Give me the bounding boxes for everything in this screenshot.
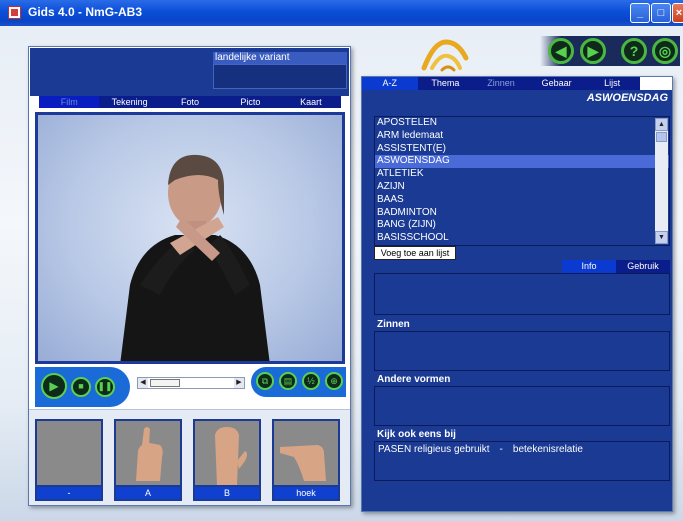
list-item[interactable]: APOSTELEN: [375, 117, 669, 130]
tab-thema[interactable]: Thema: [418, 77, 474, 90]
sign-video[interactable]: [35, 112, 345, 364]
handshape-label: hoek: [274, 487, 338, 499]
slider-left-arrow-icon[interactable]: ◀: [138, 378, 148, 388]
handshape-label: A: [116, 487, 180, 499]
handshape-hoek-image: [274, 421, 338, 485]
tab-kaart[interactable]: Kaart: [281, 96, 341, 108]
dictionary-tabs: A-Z Thema Zinnen Gebaar Lijst: [362, 77, 640, 90]
minimize-button[interactable]: _: [630, 3, 650, 23]
word-list-scrollbar[interactable]: ▲ ▼: [655, 118, 668, 244]
list-item[interactable]: BADMINTON: [375, 207, 669, 220]
tab-zinnen[interactable]: Zinnen: [473, 77, 529, 90]
help-icon[interactable]: ?: [621, 38, 647, 64]
tab-gebruik[interactable]: Gebruik: [616, 260, 670, 273]
slider-right-arrow-icon[interactable]: ▶: [234, 378, 244, 388]
dictionary-panel: A-Z Thema Zinnen Gebaar Lijst ASWOENSDAG…: [361, 76, 673, 512]
pause-button[interactable]: ❚❚: [95, 377, 115, 397]
list-item[interactable]: BANG (ZIJN): [375, 219, 669, 232]
speed-icon[interactable]: ½: [302, 372, 320, 390]
play-button[interactable]: ▶: [41, 373, 67, 399]
see-also-link[interactable]: PASEN religieus gebruikt: [378, 444, 490, 478]
see-also-box: PASEN religieus gebruikt - betekenisrela…: [374, 441, 670, 481]
current-word-title: ASWOENSDAG: [362, 90, 672, 106]
signer-image: [120, 154, 270, 361]
tab-tekening[interactable]: Tekening: [99, 96, 159, 108]
video-position-slider[interactable]: ◀ ▶: [137, 377, 245, 389]
word-list[interactable]: APOSTELEN ARM ledemaat ASSISTENT(E) ASWO…: [374, 116, 670, 246]
kijk-ook-heading: Kijk ook eens bij: [377, 429, 456, 440]
scroll-up-icon[interactable]: ▲: [655, 118, 668, 131]
forward-arrow-icon[interactable]: ▶: [580, 38, 606, 64]
tab-foto[interactable]: Foto: [160, 96, 220, 108]
scroll-thumb[interactable]: [656, 132, 667, 142]
variant-label: landelijke variant: [213, 52, 347, 64]
zoom-icon[interactable]: ⊕: [325, 372, 343, 390]
list-item[interactable]: ARM ledemaat: [375, 130, 669, 143]
slider-thumb[interactable]: [150, 379, 180, 387]
andere-vormen-heading: Andere vormen: [377, 374, 451, 385]
handshape-item[interactable]: hoek: [272, 419, 340, 501]
list-item[interactable]: ATLETIEK: [375, 168, 669, 181]
playback-controls: ▶ ■ ❚❚: [35, 367, 130, 407]
app-icon: [8, 6, 21, 19]
media-tabs: Film Tekening Foto Picto Kaart: [39, 96, 341, 108]
list-item[interactable]: AZIJN: [375, 181, 669, 194]
see-also-separator: -: [499, 444, 503, 455]
zinnen-box: [374, 331, 670, 371]
print-icon[interactable]: ▤: [279, 372, 297, 390]
zinnen-heading: Zinnen: [377, 319, 410, 330]
handshape-item[interactable]: B: [193, 419, 261, 501]
settings-icon[interactable]: ◎: [652, 38, 678, 64]
main-window: landelijke variant Film Tekening Foto Pi…: [0, 26, 683, 521]
tab-picto[interactable]: Picto: [220, 96, 280, 108]
handshape-a-image: [116, 421, 180, 485]
tab-info[interactable]: Info: [562, 260, 616, 273]
title-bar: Gids 4.0 - NmG-AB3 _ □ ×: [0, 0, 683, 26]
handshape-item[interactable]: -: [35, 419, 103, 501]
dictionary-body: APOSTELEN ARM ledemaat ASSISTENT(E) ASWO…: [362, 106, 672, 511]
list-item[interactable]: BASISSCHOOL: [375, 232, 669, 245]
add-to-list-button[interactable]: Voeg toe aan lijst: [374, 246, 456, 260]
sign-viewer-panel: landelijke variant Film Tekening Foto Pi…: [28, 46, 351, 506]
close-button[interactable]: ×: [672, 3, 683, 23]
app-logo: [421, 39, 469, 72]
variant-header: landelijke variant: [30, 48, 349, 96]
handshape-b-image: [195, 421, 259, 485]
handshape-empty-image: [37, 421, 101, 485]
info-box: [374, 273, 670, 315]
handshape-label: B: [195, 487, 259, 499]
scroll-down-icon[interactable]: ▼: [655, 231, 668, 244]
list-item[interactable]: ASSISTENT(E): [375, 143, 669, 156]
handshape-row: - A B hoek: [29, 409, 350, 505]
see-also-relation: betekenisrelatie: [512, 444, 583, 455]
video-tools: ⧉ ▤ ½ ⊕: [251, 367, 346, 397]
tab-film[interactable]: Film: [39, 96, 100, 108]
list-item-selected[interactable]: ASWOENSDAG: [375, 155, 669, 169]
tab-a-z[interactable]: A-Z: [362, 77, 418, 90]
stop-button[interactable]: ■: [71, 377, 91, 397]
tab-gebaar[interactable]: Gebaar: [529, 77, 585, 90]
maximize-button[interactable]: □: [651, 3, 671, 23]
handshape-item[interactable]: A: [114, 419, 182, 501]
window-title: Gids 4.0 - NmG-AB3: [28, 5, 143, 19]
back-arrow-icon[interactable]: ◀: [548, 38, 574, 64]
info-tabs: Info Gebruik: [562, 260, 670, 273]
variant-box: [213, 64, 347, 89]
andere-vormen-box: [374, 386, 670, 426]
list-item[interactable]: BAAS: [375, 194, 669, 207]
handshape-label: -: [37, 487, 101, 499]
copy-icon[interactable]: ⧉: [256, 372, 274, 390]
tab-lijst[interactable]: Lijst: [584, 77, 640, 90]
